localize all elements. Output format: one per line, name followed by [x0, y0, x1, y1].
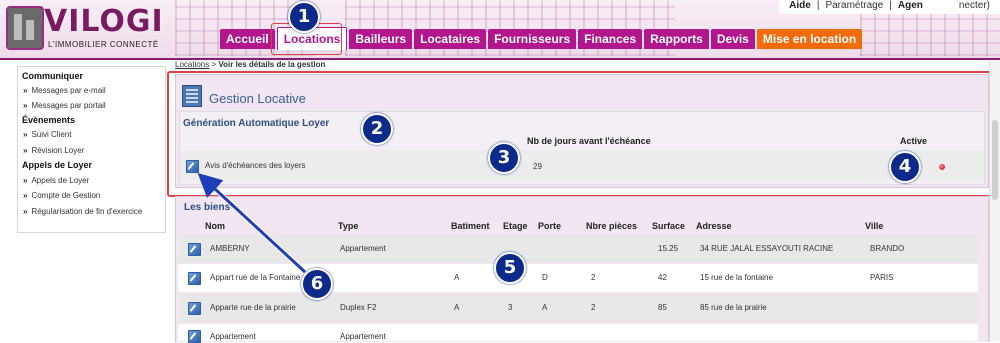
column-header-ville: Ville [865, 221, 884, 231]
chevron-right-icon: » [23, 86, 28, 95]
sidebar-item-label: Suivi Client [31, 130, 72, 139]
column-header-porte: Porte [538, 221, 562, 231]
callout-badge-2: 2 [361, 113, 393, 145]
cell-etage: 3 [508, 303, 513, 312]
sidebar-heading-evenements: Évènements [22, 115, 76, 125]
sidebar-item-appels-loyer[interactable]: » Appels de Loyer [23, 176, 89, 185]
column-header-pieces: Nbre pièces [586, 221, 638, 231]
edit-icon[interactable] [188, 330, 201, 343]
logo-tagline: L'IMMOBILIER CONNECTÉ [48, 40, 159, 49]
chevron-right-icon: » [23, 146, 28, 155]
nav-tab-locataires[interactable]: Locataires [414, 29, 487, 49]
edit-icon[interactable] [188, 243, 201, 256]
breadcrumb-current: Voir les détails de la gestion [218, 60, 326, 69]
disconnect-link[interactable]: necter) [929, 0, 996, 11]
breadcrumb-separator: > [209, 60, 219, 69]
cell-surface: 42 [658, 273, 667, 282]
sidebar-item-label: Compte de Gestion [31, 191, 101, 200]
nav-tab-devis[interactable]: Devis [710, 29, 755, 49]
sidebar-item-revision-loyer[interactable]: » Révision Loyer [23, 146, 84, 155]
cell-porte: D [542, 273, 548, 282]
nav-tab-accueil[interactable]: Accueil [220, 29, 275, 49]
cell-adresse: 85 rue de la prairie [700, 303, 767, 312]
logo-building-icon [6, 6, 44, 50]
table-row[interactable]: AMBERNY Appartement 15.25 34 RUE JALAL E… [178, 235, 978, 263]
biens-title: Les biens [184, 202, 231, 213]
cell-surface: 15.25 [658, 244, 679, 253]
nav-tab-fournisseurs[interactable]: Fournisseurs [488, 29, 577, 49]
sidebar-item-suivi-client[interactable]: » Suivi Client [23, 130, 71, 139]
logo-text: VILOGI [44, 4, 164, 39]
scrollbar-thumb[interactable] [992, 120, 998, 200]
cell-type: Appartement [340, 244, 386, 253]
cell-batiment: A [454, 273, 460, 282]
chevron-right-icon: » [23, 176, 28, 185]
callout-badge-4: 4 [889, 151, 921, 183]
column-header-etage: Etage [503, 221, 528, 231]
sidebar-item-messages-portail[interactable]: » Messages par portail [23, 101, 106, 110]
cell-nom: Apparte rue de la prairie [210, 303, 296, 312]
vertical-scrollbar[interactable] [989, 60, 1000, 341]
sidebar-item-label: Messages par portail [31, 101, 106, 110]
nav-tab-mise-en-location[interactable]: Mise en location [756, 29, 863, 49]
cell-porte: A [542, 303, 548, 312]
sidebar-item-label: Appels de Loyer [31, 176, 90, 185]
column-header-type: Type [338, 221, 359, 231]
cell-nom: AMBERNY [210, 244, 250, 253]
sidebar-item-compte-gestion[interactable]: » Compte de Gestion [23, 191, 100, 200]
settings-link[interactable]: Paramétrage [819, 0, 889, 11]
callout-badge-5: 5 [494, 252, 526, 284]
column-header-batiment: Batiment [451, 221, 490, 231]
callout-badge-1: 1 [288, 1, 320, 33]
sidebar-heading-communiquer: Communiquer [22, 71, 84, 81]
sidebar-heading-appels-loyer: Appels de Loyer [22, 160, 93, 170]
sidebar-item-label: Régularisation de fin d'exercice [31, 207, 143, 216]
breadcrumb-link-locations[interactable]: Locations [175, 60, 209, 69]
table-row[interactable]: Appart rue de la Fontaine A D 2 42 15 ru… [178, 264, 978, 292]
sidebar-item-regularisation[interactable]: » Régularisation de fin d'exercice [23, 207, 142, 216]
cell-type: Appartement [340, 332, 386, 341]
cell-ville: PARIS [870, 273, 894, 282]
callout-badge-3: 3 [488, 142, 520, 174]
chevron-right-icon: » [23, 191, 28, 200]
cell-adresse: 15 rue de la fontaine [700, 273, 773, 282]
column-header-nom: Nom [205, 221, 225, 231]
column-header-surface: Surface [652, 221, 686, 231]
sidebar-item-label: Messages par e-mail [31, 86, 106, 95]
cell-type: Duplex F2 [340, 303, 377, 312]
sidebar: Communiquer » Messages par e-mail » Messag… [17, 66, 166, 233]
breadcrumb: Locations > Voir les détails de la gesti… [175, 60, 325, 69]
callout-badge-6: 6 [301, 268, 333, 300]
column-header-adresse: Adresse [696, 221, 732, 231]
nav-tab-bailleurs[interactable]: Bailleurs [349, 29, 413, 49]
cell-nom: Appartement [210, 332, 256, 341]
nav-tab-finances[interactable]: Finances [578, 29, 643, 49]
cell-pieces: 2 [591, 273, 596, 282]
edit-icon[interactable] [188, 302, 201, 315]
chevron-right-icon: » [23, 207, 28, 216]
cell-adresse: 34 RUE JALAL ESSAYOUTI RACINE [700, 244, 834, 253]
cell-pieces: 2 [591, 303, 596, 312]
edit-icon[interactable] [188, 272, 201, 285]
chevron-right-icon: » [23, 130, 28, 139]
agency-link[interactable]: Agen [892, 0, 929, 11]
cell-nom: Appart rue de la Fontaine [210, 273, 301, 282]
cell-surface: 85 [658, 303, 667, 312]
chevron-right-icon: » [23, 101, 28, 110]
help-link[interactable]: Aide [783, 0, 817, 11]
cell-ville: BRANDO [870, 244, 905, 253]
cell-batiment: A [454, 303, 460, 312]
highlight-box-gestion [167, 71, 992, 197]
table-row[interactable]: Apparte rue de la prairie Duplex F2 A 3 … [178, 294, 978, 322]
sidebar-item-messages-email[interactable]: » Messages par e-mail [23, 86, 106, 95]
table-row[interactable]: Appartement Appartement [178, 324, 978, 343]
sidebar-item-label: Révision Loyer [31, 146, 85, 155]
top-links: Aide | Paramétrage | Agen necter) [779, 0, 1000, 14]
nav-tab-rapports[interactable]: Rapports [644, 29, 709, 49]
vilogi-logo[interactable]: VILOGI L'IMMOBILIER CONNECTÉ [6, 2, 171, 54]
